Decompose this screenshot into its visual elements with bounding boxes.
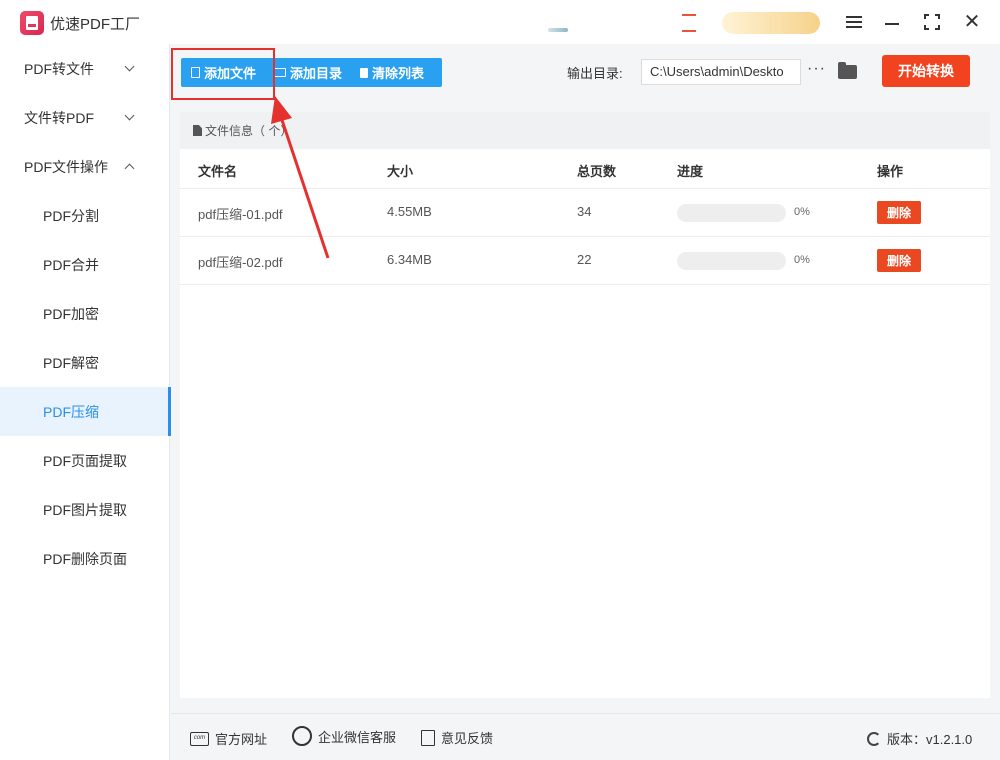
refresh-icon bbox=[867, 731, 881, 746]
output-dir-label: 输出目录: bbox=[567, 66, 623, 81]
clear-list-button[interactable]: 清除列表 bbox=[350, 58, 432, 87]
footer: com 官方网址 企业微信客服 意见反馈 版本：v1.2.1.0 bbox=[171, 713, 1000, 760]
sidebar-item-pdf-operations[interactable]: PDF文件操作 bbox=[0, 142, 170, 191]
sidebar-item-file-to-pdf[interactable]: 文件转PDF bbox=[0, 93, 170, 142]
sidebar-item-pdf-decrypt[interactable]: PDF解密 bbox=[0, 338, 170, 387]
add-folder-label: 添加目录 bbox=[290, 66, 343, 81]
open-folder-icon[interactable] bbox=[838, 62, 857, 79]
column-action: 操作 bbox=[877, 164, 904, 179]
page-count: 34 bbox=[577, 204, 592, 219]
delete-button[interactable]: 删除 bbox=[877, 249, 921, 272]
sidebar-item-pdf-to-file[interactable]: PDF转文件 bbox=[0, 44, 170, 93]
website-link[interactable]: com 官方网址 bbox=[190, 729, 267, 748]
add-folder-button[interactable]: 添加目录 bbox=[264, 58, 350, 87]
more-options-button[interactable]: ··· bbox=[807, 60, 826, 78]
sidebar-item-pdf-split[interactable]: PDF分割 bbox=[0, 191, 170, 240]
column-size: 大小 bbox=[387, 164, 414, 179]
sidebar-item-label: PDF压缩 bbox=[43, 403, 99, 420]
table-row: pdf压缩-02.pdf 6.34MB 22 0% 删除 bbox=[180, 237, 990, 285]
clear-list-label: 清除列表 bbox=[372, 66, 425, 81]
sidebar-item-label: PDF转文件 bbox=[24, 60, 94, 77]
sidebar-item-label: PDF图片提取 bbox=[43, 501, 127, 518]
table-row: pdf压缩-01.pdf 4.55MB 34 0% 删除 bbox=[180, 189, 990, 237]
file-name: pdf压缩-02.pdf bbox=[198, 255, 283, 270]
file-list-panel: 文件信息（ 个） 文件名 大小 总页数 进度 操作 pdf压缩-01.pdf 4… bbox=[180, 112, 990, 698]
progress-percent: 0% bbox=[794, 254, 810, 266]
sidebar-item-label: PDF分割 bbox=[43, 207, 99, 224]
close-icon[interactable]: ✕ bbox=[960, 10, 984, 34]
sidebar-item-pdf-page-extract[interactable]: PDF页面提取 bbox=[0, 436, 170, 485]
sidebar-item-label: PDF合并 bbox=[43, 256, 99, 273]
app-title: 优速PDF工厂 bbox=[50, 16, 141, 33]
menu-icon[interactable] bbox=[842, 10, 866, 34]
sidebar-item-label: PDF页面提取 bbox=[43, 452, 127, 469]
sidebar-item-label: PDF文件操作 bbox=[24, 158, 108, 175]
file-name: pdf压缩-01.pdf bbox=[198, 207, 283, 222]
start-convert-button[interactable]: 开始转换 bbox=[882, 55, 970, 87]
page-count: 22 bbox=[577, 252, 592, 267]
sidebar-item-label: 文件转PDF bbox=[24, 109, 94, 126]
column-pages: 总页数 bbox=[577, 164, 617, 179]
minimize-icon[interactable] bbox=[880, 10, 904, 34]
output-dir-field[interactable]: C:\Users\admin\Deskto bbox=[641, 59, 801, 85]
sidebar-item-pdf-image-extract[interactable]: PDF图片提取 bbox=[0, 485, 170, 534]
file-size: 4.55MB bbox=[387, 204, 432, 219]
version-info[interactable]: 版本：v1.2.1.0 bbox=[867, 729, 972, 748]
progress-bar bbox=[677, 252, 786, 270]
maximize-icon[interactable] bbox=[920, 10, 944, 34]
sidebar-item-label: PDF加密 bbox=[43, 305, 99, 322]
feedback-icon bbox=[421, 729, 435, 746]
progress-percent: 0% bbox=[794, 206, 810, 218]
website-label: 官方网址 bbox=[215, 732, 268, 747]
feedback-link[interactable]: 意见反馈 bbox=[421, 728, 493, 747]
file-info-header: 文件信息（ 个） bbox=[180, 112, 990, 149]
app-logo-icon bbox=[20, 11, 44, 35]
table-header: 文件名 大小 总页数 进度 操作 bbox=[180, 149, 990, 189]
sidebar-item-label: PDF删除页面 bbox=[43, 550, 127, 567]
toolbar: 添加文件 添加目录 清除列表 输出目录: C:\Users\admin\Desk… bbox=[171, 44, 1000, 101]
web-icon: com bbox=[190, 731, 209, 746]
sidebar-item-label: PDF解密 bbox=[43, 354, 99, 371]
chevron-down-icon bbox=[124, 61, 135, 72]
vip-banner[interactable] bbox=[722, 12, 820, 34]
version-label: 版本：v1.2.1.0 bbox=[887, 732, 973, 747]
sidebar: PDF转文件 文件转PDF PDF文件操作 PDF分割 PDF合并 PDF加密 … bbox=[0, 44, 171, 760]
column-name: 文件名 bbox=[198, 164, 238, 179]
file-size: 6.34MB bbox=[387, 252, 432, 267]
file-info-label: 文件信息（ 个） bbox=[205, 124, 293, 138]
title-bar: 优速PDF工厂 ✕ bbox=[0, 0, 1000, 44]
chat-icon bbox=[292, 726, 312, 746]
wechat-support-link[interactable]: 企业微信客服 bbox=[292, 726, 396, 746]
promo-icon[interactable] bbox=[548, 28, 568, 32]
folder-icon bbox=[274, 68, 287, 77]
sidebar-item-pdf-merge[interactable]: PDF合并 bbox=[0, 240, 170, 289]
feedback-label: 意见反馈 bbox=[441, 731, 494, 746]
sidebar-item-pdf-delete-pages[interactable]: PDF删除页面 bbox=[0, 534, 170, 583]
sidebar-item-pdf-compress[interactable]: PDF压缩 bbox=[0, 387, 171, 436]
chevron-down-icon bbox=[124, 110, 135, 121]
column-progress: 进度 bbox=[677, 164, 704, 179]
notice-icon[interactable] bbox=[682, 14, 696, 32]
chevron-up-icon bbox=[124, 163, 135, 174]
progress-bar bbox=[677, 204, 786, 222]
trash-icon bbox=[360, 67, 369, 78]
sidebar-item-pdf-encrypt[interactable]: PDF加密 bbox=[0, 289, 170, 338]
wechat-support-label: 企业微信客服 bbox=[318, 729, 397, 745]
delete-button[interactable]: 删除 bbox=[877, 201, 921, 224]
annotation-highlight-box bbox=[171, 48, 275, 100]
document-icon bbox=[193, 125, 202, 136]
